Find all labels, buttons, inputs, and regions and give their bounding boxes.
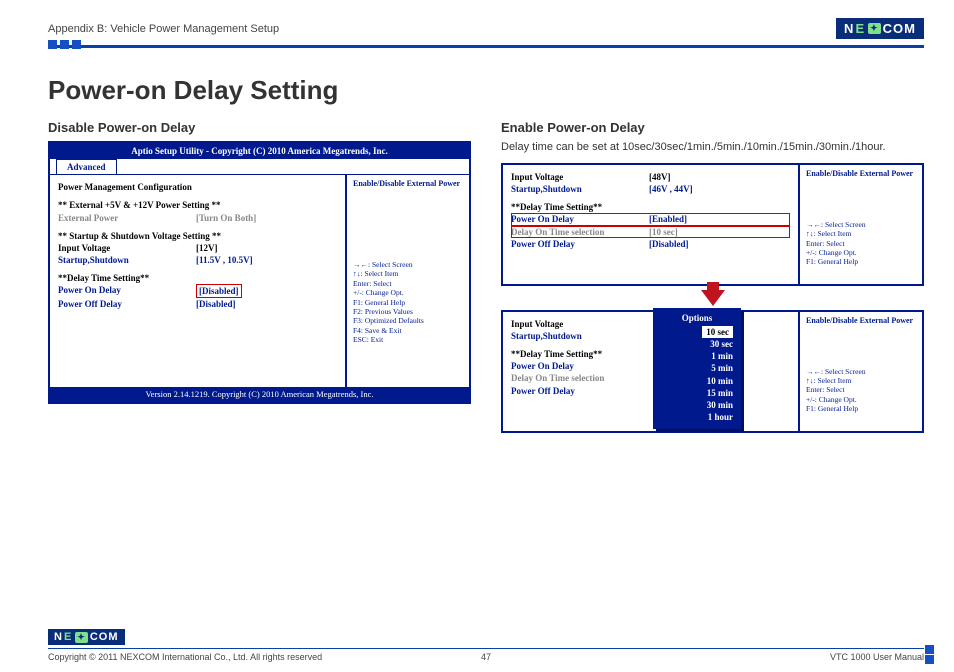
option-item[interactable]: 15 min [661,387,733,399]
option-item[interactable]: 10 min [661,375,733,387]
help-text: Enable/Disable External Power [353,179,463,190]
startup-shutdown-label: Startup,Shutdown [511,183,649,195]
startup-shutdown-label: Startup,Shutdown [511,330,649,342]
power-off-delay-label: Power Off Delay [511,238,649,250]
arrow-down-icon [701,290,725,306]
bios-title-bar: Aptio Setup Utility - Copyright (C) 2010… [50,143,469,159]
option-item[interactable]: 30 min [661,399,733,411]
corner-square-icon [925,645,934,654]
right-heading: Enable Power-on Delay [501,120,924,135]
options-title: Options [661,312,733,324]
delay-on-time-label: Delay On Time selection [511,372,649,384]
corner-square-icon [925,655,934,664]
input-voltage-value[interactable]: [48V] [649,171,671,183]
option-item[interactable]: 10 sec [702,326,733,338]
startup-shutdown-header: ** Startup & Shutdown Voltage Setting ** [58,230,337,242]
bios-panel-disable: Aptio Setup Utility - Copyright (C) 2010… [48,141,471,404]
ext-power-value[interactable]: [Turn On Both] [196,212,256,224]
footer-logo: NE✦COM [48,629,125,645]
page-title: Power-on Delay Setting [48,75,924,106]
bios-panel-enable-bottom: Input Voltage Startup,Shutdown **Delay T… [501,310,924,433]
help-text: Enable/Disable External Power [806,316,916,327]
delay-on-time-label: Delay On Time selection [511,226,649,238]
power-off-delay-value[interactable]: [Disabled] [649,238,689,250]
input-voltage-value[interactable]: [12V] [196,242,218,254]
key-legend: →←: Select Screen ↑↓: Select Item Enter:… [353,260,463,344]
page-number: 47 [48,652,924,662]
power-on-delay-value[interactable]: [Enabled] [649,213,687,225]
startup-shutdown-label: Startup,Shutdown [58,254,196,266]
startup-shutdown-value[interactable]: [46V , 44V] [649,183,693,195]
option-item[interactable]: 5 min [661,362,733,374]
input-voltage-label: Input Voltage [511,171,649,183]
input-voltage-label: Input Voltage [58,242,196,254]
brand-logo: NE✦COM [836,18,924,39]
option-item[interactable]: 30 sec [661,338,733,350]
key-legend: →←: Select Screen ↑↓: Select Item Enter:… [806,367,916,414]
left-heading: Disable Power-on Delay [48,120,471,135]
delay-on-time-value[interactable]: [10 sec] [649,226,678,238]
power-on-delay-label: Power On Delay [58,284,196,298]
bios-panel-enable-top: Input Voltage [48V] Startup,Shutdown [46… [501,163,924,286]
option-item[interactable]: 1 hour [661,411,733,423]
tab-advanced[interactable]: Advanced [56,159,117,174]
delay-time-header: **Delay Time Setting** [511,348,790,360]
footer-rule [48,648,924,649]
bios-tab-bar: Advanced [50,159,469,175]
appendix-title: Appendix B: Vehicle Power Management Set… [48,23,279,35]
help-text: Enable/Disable External Power [806,169,916,180]
power-off-delay-value[interactable]: [Disabled] [196,298,236,310]
power-on-delay-label: Power On Delay [511,360,649,372]
ext-power-header: ** External +5V & +12V Power Setting ** [58,199,337,211]
right-description: Delay time can be set at 10sec/30sec/1mi… [501,141,924,153]
power-on-delay-value[interactable]: [Disabled] [196,284,242,298]
delay-time-header: **Delay Time Setting** [511,201,790,213]
key-legend: →←: Select Screen ↑↓: Select Item Enter:… [806,220,916,267]
option-item[interactable]: 1 min [661,350,733,362]
section-power-mgmt: Power Management Configuration [58,181,337,193]
bios-footer: Version 2.14.1219. Copyright (C) 2010 Am… [50,387,469,402]
input-voltage-label: Input Voltage [511,318,649,330]
power-on-delay-label: Power On Delay [511,213,649,225]
ext-power-label: External Power [58,212,196,224]
startup-shutdown-value[interactable]: [11.5V , 10.5V] [196,254,253,266]
power-off-delay-label: Power Off Delay [511,385,649,397]
options-popup: Options 10 sec 30 sec 1 min 5 min 10 min… [653,308,741,429]
header-squares-icon [48,40,924,49]
power-off-delay-label: Power Off Delay [58,298,196,310]
delay-time-header: **Delay Time Setting** [58,272,337,284]
